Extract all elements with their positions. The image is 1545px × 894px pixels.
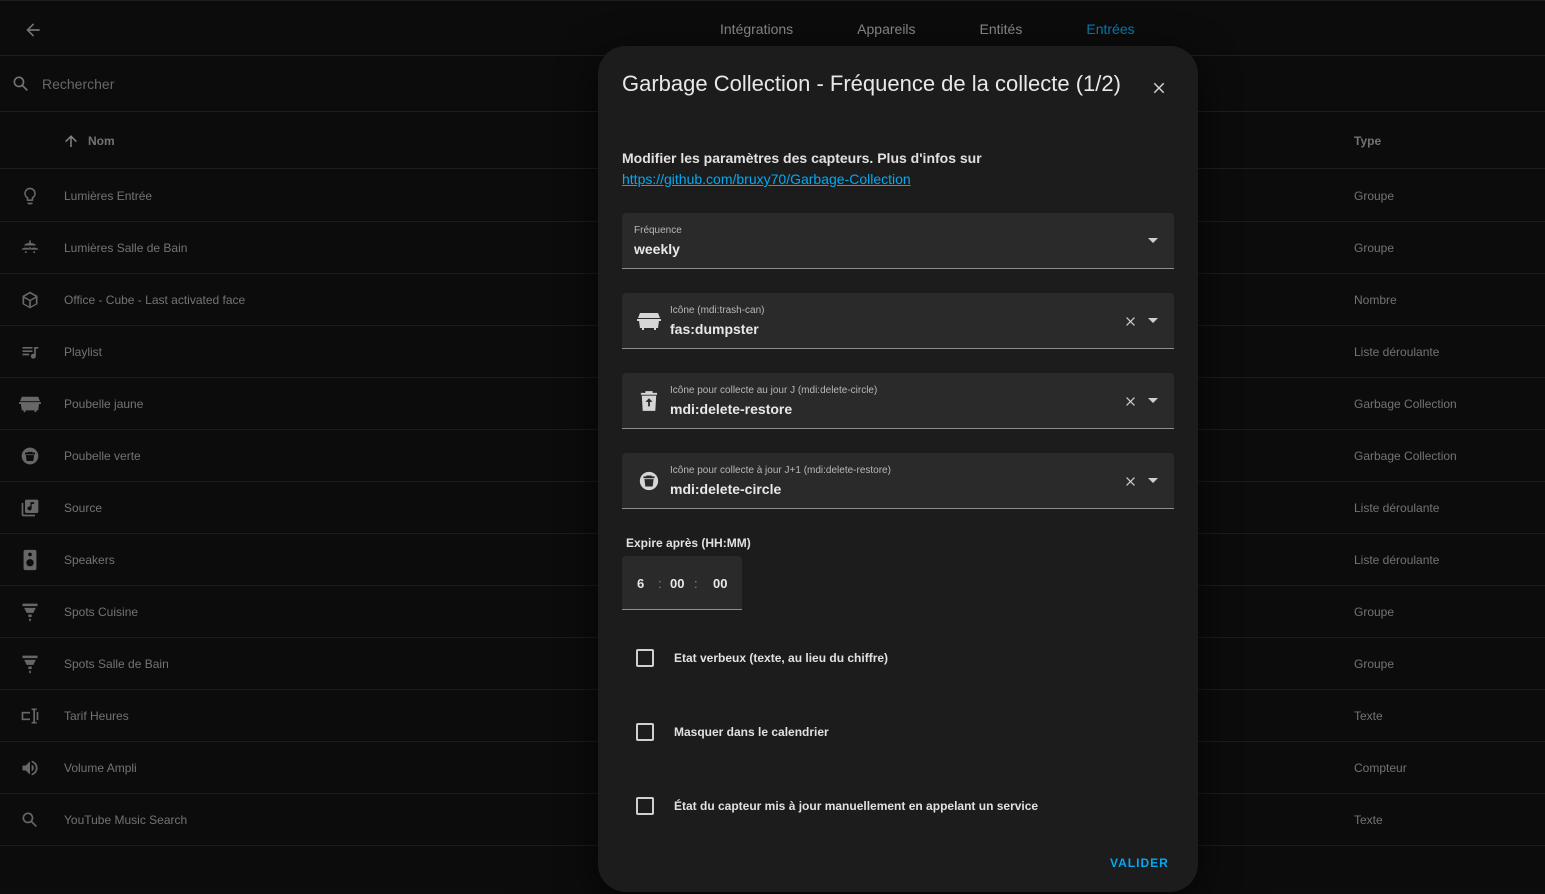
icon-today-value: mdi:delete-restore [670,401,793,417]
clear-icon-tomorrow-button[interactable] [1122,473,1138,489]
time-separator: : [658,576,662,591]
close-icon [1153,82,1165,94]
submit-button[interactable]: VALIDER [1110,856,1169,870]
icon-tomorrow-value: mdi:delete-circle [670,481,782,497]
close-icon [1125,476,1135,486]
clear-icon-button[interactable] [1122,313,1138,329]
chevron-down-icon[interactable] [1148,478,1158,483]
icon-today-label: Icône pour collecte au jour J (mdi:delet… [670,385,878,396]
dumpster-icon [636,309,662,333]
icon-value: fas:dumpster [670,321,759,337]
delete-restore-icon [636,389,662,413]
frequency-select[interactable]: Fréquence weekly [622,213,1174,269]
delete-circle-icon [636,469,662,493]
verbose-state-checkbox[interactable]: Etat verbeux (texte, au lieu du chiffre) [636,646,1156,670]
dialog-title: Garbage Collection - Fréquence de la col… [622,71,1121,96]
docs-link[interactable]: https://github.com/bruxy70/Garbage-Colle… [622,169,1162,190]
checkbox-box[interactable] [636,797,654,815]
checkbox-box[interactable] [636,723,654,741]
expire-label: Expire après (HH:MM) [626,536,751,550]
checkbox-label: Masquer dans le calendrier [674,725,829,739]
options-dialog: Garbage Collection - Fréquence de la col… [598,46,1198,892]
close-icon [1125,396,1135,406]
frequency-value: weekly [634,241,680,257]
hide-in-calendar-checkbox[interactable]: Masquer dans le calendrier [636,720,1156,744]
time-separator: : [694,576,698,591]
seconds-input[interactable]: 00 [713,576,727,591]
checkbox-label: État du capteur mis à jour manuellement … [674,799,1039,813]
clear-icon-today-button[interactable] [1122,393,1138,409]
icon-tomorrow-label: Icône pour collecte à jour J+1 (mdi:dele… [670,465,891,476]
minutes-input[interactable]: 00 [670,576,684,591]
frequency-label: Fréquence [634,225,682,236]
icon-tomorrow-picker[interactable]: Icône pour collecte à jour J+1 (mdi:dele… [622,453,1174,509]
duration-input: 6 : 00 : 00 [622,556,742,610]
chevron-down-icon[interactable] [1148,318,1158,323]
manual-update-checkbox[interactable]: État du capteur mis à jour manuellement … [636,794,1156,818]
checkbox-label: Etat verbeux (texte, au lieu du chiffre) [674,651,889,665]
checkbox-box[interactable] [636,649,654,667]
icon-label: Icône (mdi:trash-can) [670,305,765,316]
dialog-description: Modifier les paramètres des capteurs. Pl… [622,148,1162,190]
chevron-down-icon[interactable] [1148,398,1158,403]
hours-input[interactable]: 6 [637,576,644,591]
icon-today-picker[interactable]: Icône pour collecte au jour J (mdi:delet… [622,373,1174,429]
description-text: Modifier les paramètres des capteurs. Pl… [622,150,982,166]
close-icon [1125,316,1135,326]
chevron-down-icon[interactable] [1148,238,1158,243]
icon-picker[interactable]: Icône (mdi:trash-can) fas:dumpster [622,293,1174,349]
close-button[interactable] [1145,74,1173,102]
